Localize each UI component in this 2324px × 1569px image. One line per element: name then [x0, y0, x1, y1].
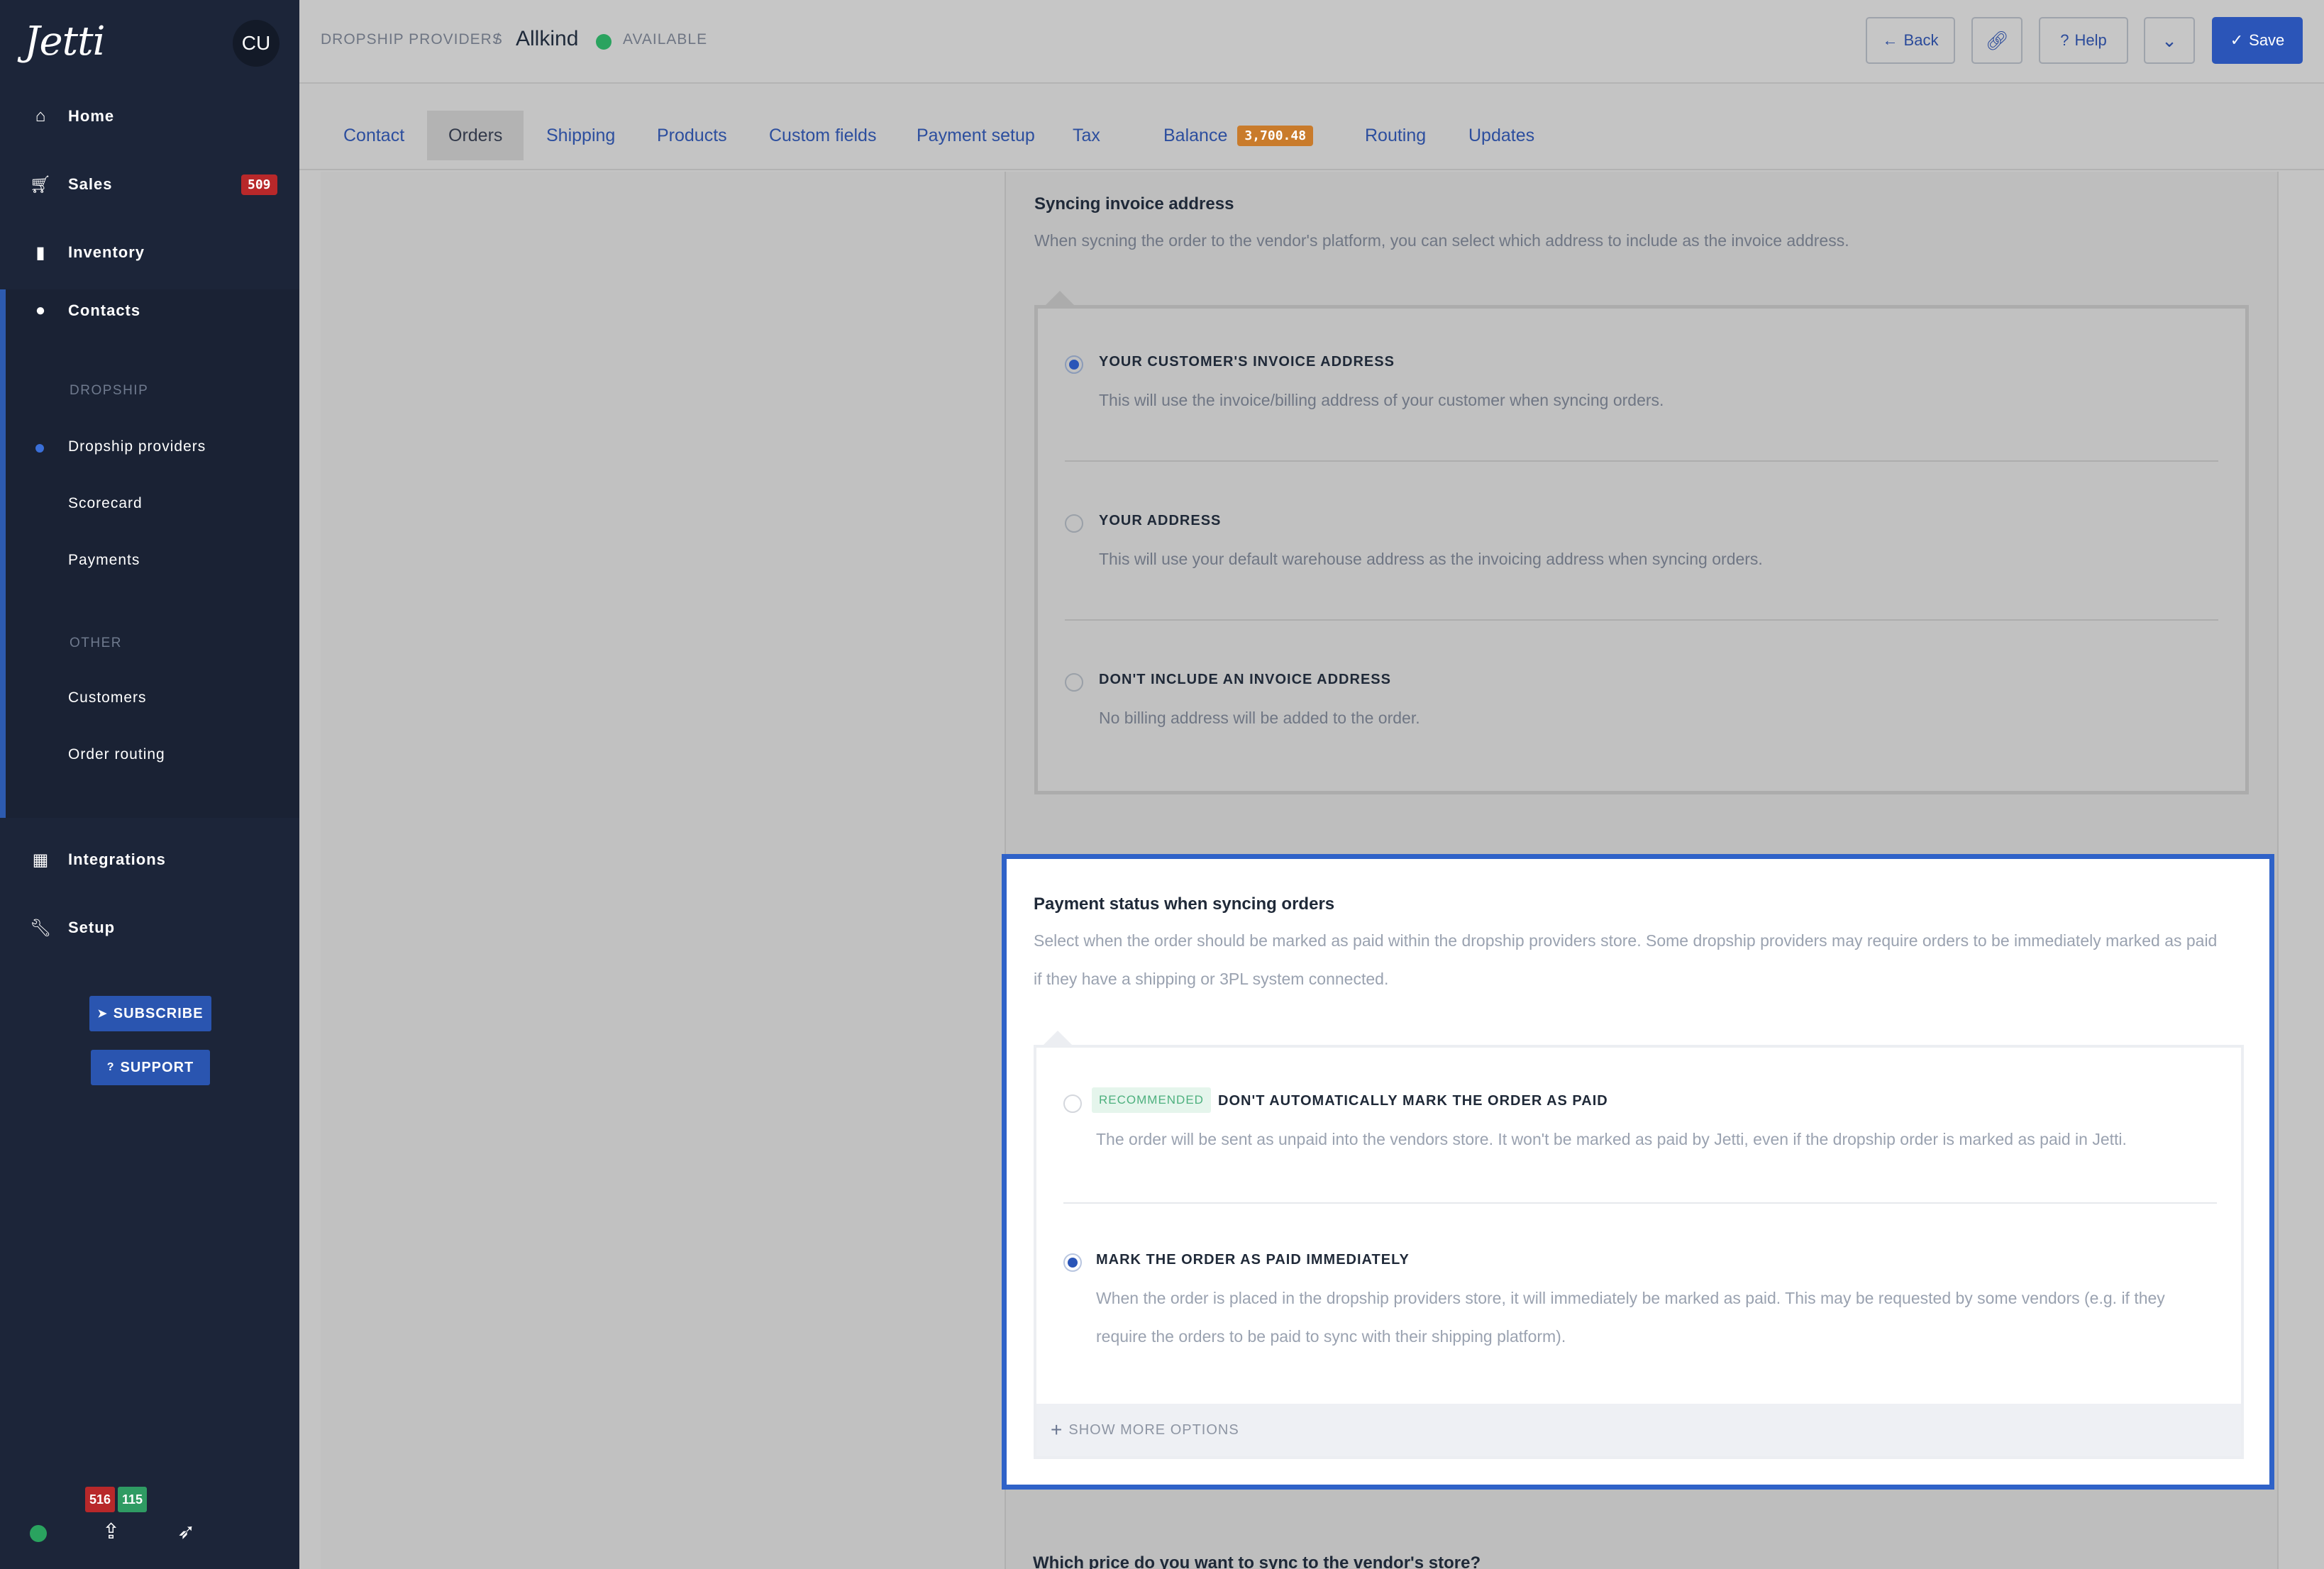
link-icon: 🔗︎: [1985, 29, 2009, 51]
section-title-payment: Payment status when syncing orders: [1034, 894, 1335, 914]
tab-custom-fields[interactable]: Custom fields: [748, 111, 897, 160]
sidebar-item-label: Home: [68, 107, 115, 125]
tab-routing[interactable]: Routing: [1344, 111, 1447, 160]
tab-balance[interactable]: Balance 3,700.48: [1142, 111, 1334, 160]
section-title-price-sync: Which price do you want to sync to the v…: [1033, 1553, 1481, 1569]
sidebar-item-inventory[interactable]: ▮ Inventory: [0, 231, 299, 274]
help-circle-icon: ?: [106, 1061, 115, 1073]
online-status-dot: [30, 1525, 47, 1542]
breadcrumb-separator: /: [495, 31, 500, 48]
sidebar-item-integrations[interactable]: ▦ Integrations: [0, 838, 299, 881]
payment-options: RECOMMENDED DON'T AUTOMATICALLY MARK THE…: [1034, 1045, 2244, 1459]
help-circle-icon: ?: [2060, 31, 2069, 49]
jetti-logo[interactable]: Jetti: [24, 18, 106, 65]
section-desc-payment-line1: Select when the order should be marked a…: [1034, 931, 2218, 950]
section-desc-invoice: When sycning the order to the vendor's p…: [1034, 231, 1849, 250]
invoice-options: YOUR CUSTOMER'S INVOICE ADDRESS This wil…: [1034, 305, 2249, 794]
help-button[interactable]: ? Help: [2039, 17, 2128, 64]
tab-products[interactable]: Products: [636, 111, 748, 160]
tab-payment-setup[interactable]: Payment setup: [895, 111, 1056, 160]
more-dropdown-button[interactable]: ⌄: [2144, 17, 2195, 64]
sidebar-item-label: Inventory: [68, 243, 145, 261]
section-label-other: OTHER: [70, 636, 122, 650]
sidebar-item-contacts[interactable]: ● Contacts: [0, 289, 299, 332]
radio-your-address[interactable]: [1065, 514, 1083, 533]
send-icon: ➤: [97, 1008, 108, 1020]
breadcrumb[interactable]: DROPSHIP PROVIDERS: [321, 31, 503, 48]
rocket-icon[interactable]: ➶: [177, 1519, 195, 1544]
link-button[interactable]: 🔗︎: [1971, 17, 2023, 64]
section-title-invoice: Syncing invoice address: [1034, 194, 1234, 214]
status-dot: [596, 34, 612, 50]
radio-dont-mark-paid[interactable]: [1063, 1094, 1082, 1113]
show-more-options-button[interactable]: + SHOW MORE OPTIONS: [1036, 1404, 2241, 1456]
caret: [1042, 1031, 1073, 1046]
sidebar-item-order-routing[interactable]: Order routing: [68, 746, 165, 763]
sales-count-badge: 509: [241, 174, 277, 195]
page-title: Allkind: [516, 27, 579, 50]
arrow-left-icon: ←: [1882, 31, 1898, 49]
sidebar-item-label: Sales: [68, 175, 113, 193]
sidebar-item-sales[interactable]: 🛒︎ Sales 509: [0, 163, 299, 206]
sidebar-item-label: Setup: [68, 919, 116, 936]
sidebar-item-label: Contacts: [68, 301, 141, 319]
payment-status-section: Payment status when syncing orders Selec…: [1002, 854, 2274, 1490]
tab-contact[interactable]: Contact: [322, 111, 426, 160]
avatar[interactable]: CU: [233, 20, 280, 67]
back-button[interactable]: ← Back: [1866, 17, 1955, 64]
tab-bar: Contact Orders Shipping Products Custom …: [299, 85, 2324, 170]
sidebar-item-payments[interactable]: Payments: [68, 552, 140, 569]
user-icon: ●: [35, 301, 46, 320]
divider: [1065, 460, 2218, 462]
radio-mark-paid[interactable]: [1063, 1253, 1082, 1272]
chevron-down-icon: ⌄: [2162, 29, 2177, 51]
cart-icon: 🛒︎: [29, 174, 52, 194]
grid-icon: ▦: [32, 850, 49, 870]
radio-no-invoice-address[interactable]: [1065, 673, 1083, 692]
contacts-group: ● Contacts DROPSHIP Dropship providers S…: [0, 289, 299, 818]
sidebar-item-dropship-providers[interactable]: Dropship providers: [68, 438, 206, 455]
radio-customer-invoice[interactable]: [1065, 355, 1083, 374]
tab-shipping[interactable]: Shipping: [525, 111, 636, 160]
balance-badge: 3,700.48: [1237, 125, 1314, 146]
save-button[interactable]: ✓ Save: [2212, 17, 2303, 64]
subscribe-button[interactable]: ➤ SUBSCRIBE: [89, 996, 211, 1031]
section-label-dropship: DROPSHIP: [70, 383, 149, 398]
divider: [1065, 619, 2218, 621]
tab-updates[interactable]: Updates: [1447, 111, 1556, 160]
sidebar-item-customers[interactable]: Customers: [68, 689, 147, 706]
wrench-icon: 🔧︎: [29, 918, 52, 938]
sidebar-item-scorecard[interactable]: Scorecard: [68, 495, 143, 512]
plus-icon: +: [1051, 1419, 1063, 1441]
sidebar-item-setup[interactable]: 🔧︎ Setup: [0, 907, 299, 949]
divider: [1063, 1202, 2217, 1204]
tab-tax[interactable]: Tax: [1051, 111, 1122, 160]
sidebar-item-label: Integrations: [68, 850, 166, 868]
left-panel: [321, 172, 1005, 1569]
support-button[interactable]: ? SUPPORT: [91, 1050, 210, 1085]
check-icon: ✓: [2230, 31, 2244, 49]
header: DROPSHIP PROVIDERS / Allkind AVAILABLE ←…: [299, 0, 2324, 84]
success-count-badge[interactable]: 115: [118, 1487, 148, 1512]
home-icon: ⌂: [35, 106, 46, 126]
error-count-badge[interactable]: 516: [85, 1487, 116, 1512]
bookmark-icon: ▮: [35, 243, 45, 262]
upload-icon[interactable]: ⇪: [102, 1519, 120, 1544]
active-indicator: [35, 444, 44, 453]
tab-orders[interactable]: Orders: [427, 111, 524, 160]
caret: [1044, 291, 1075, 306]
section-desc-payment-line2: if they have a shipping or 3PL system co…: [1034, 970, 1389, 988]
recommended-badge: RECOMMENDED: [1092, 1087, 1211, 1113]
sidebar-item-home[interactable]: ⌂ Home: [0, 95, 299, 138]
sidebar: Jetti CU ⌂ Home 🛒︎ Sales 509 ▮ Inventory…: [0, 0, 299, 1569]
status-badge: AVAILABLE: [623, 31, 708, 48]
